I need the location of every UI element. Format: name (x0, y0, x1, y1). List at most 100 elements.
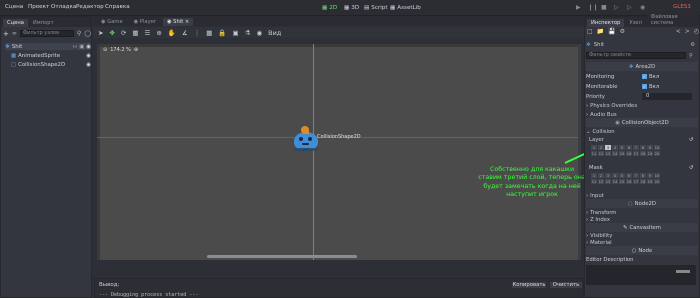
inspector-object-row[interactable]: ❖ Shit ⚙ (586, 40, 698, 49)
history-icon[interactable]: ◴ (694, 28, 699, 36)
menu-debug[interactable]: Отладка (51, 4, 76, 10)
select-mode-icon[interactable]: ➤ (98, 29, 103, 37)
layer-bit-15[interactable]: 15 (619, 151, 625, 156)
layer-bit-1[interactable]: 1 (591, 145, 597, 150)
history-back-icon[interactable]: < (676, 28, 681, 36)
section-physics-overrides[interactable]: › Physics Overrides (586, 101, 698, 110)
menu-scene[interactable]: Сцена (5, 4, 23, 10)
mask-bit-16[interactable]: 16 (626, 179, 632, 184)
mask-bit-12[interactable]: 12 (598, 179, 604, 184)
mask-bit-6[interactable]: 6 (626, 173, 632, 178)
monitoring-checkbox[interactable]: ✓ Вкл (642, 74, 659, 80)
layer-bit-18[interactable]: 18 (640, 151, 646, 156)
lock-icon[interactable]: 🔒 (218, 29, 226, 37)
play-scene-icon[interactable]: ▷ (614, 4, 619, 11)
mask-grid[interactable]: 1 2 3 4 5 6 7 8 9 10 11 12 13 14 15 16 17 18 19 20 (591, 173, 661, 185)
mask-bit-13[interactable]: 13 (605, 179, 611, 184)
ruler-icon[interactable]: ∡ (182, 29, 188, 37)
add-node-icon[interactable]: + (3, 30, 9, 38)
load-resource-icon[interactable]: 📁 (597, 28, 604, 36)
tab-shit[interactable]: ◉ Shit × (162, 18, 194, 26)
menu-editor[interactable]: Редактор (76, 4, 104, 10)
monitorable-checkbox[interactable]: ✓ Вкл (642, 84, 659, 90)
tools-icon[interactable]: ⚙ (690, 42, 695, 48)
layer-bit-10[interactable]: 10 (654, 145, 660, 150)
tab-filesystem[interactable]: Файловая система (646, 13, 699, 27)
mask-bit-14[interactable]: 14 (612, 179, 618, 184)
pan-icon[interactable]: ✋ (168, 29, 176, 37)
layer-bit-13[interactable]: 13 (605, 151, 611, 156)
layer-bit-17[interactable]: 17 (633, 151, 639, 156)
save-resource-icon[interactable]: 💾 (608, 28, 615, 36)
search-icon[interactable]: ⚲ (689, 53, 693, 59)
workspace-assetlib[interactable]: ▦ AssetLib (390, 3, 421, 13)
copy-button[interactable]: Копировать (511, 281, 547, 289)
layer-bit-9[interactable]: 9 (647, 145, 653, 150)
mask-bit-19[interactable]: 19 (647, 179, 653, 184)
mask-bit-7[interactable]: 7 (633, 173, 639, 178)
rotate-mode-icon[interactable]: ⟳ (121, 29, 126, 37)
tree-node-animatedsprite[interactable]: ▦ AnimatedSprite ◉ (11, 52, 91, 59)
group-icon[interactable]: ▣ (232, 29, 238, 37)
revert-icon[interactable]: ↺ (689, 137, 693, 143)
mask-bit-4[interactable]: 4 (612, 173, 618, 178)
visibility-eye-icon[interactable]: ◉ (86, 53, 91, 59)
grid-snap-icon[interactable]: ▦ (206, 29, 212, 37)
layer-bit-19[interactable]: 19 (647, 151, 653, 156)
layer-bit-7[interactable]: 7 (633, 145, 639, 150)
tree-node-root[interactable]: ❖ Shit ∺ ▣ ◉ (5, 43, 91, 50)
layer-bit-20[interactable]: 20 (654, 151, 660, 156)
layer-bit-11[interactable]: 11 (591, 151, 597, 156)
node-filter-input[interactable]: Фильтр узлов (19, 30, 74, 37)
layer-bit-16[interactable]: 16 (626, 151, 632, 156)
mask-bit-5[interactable]: 5 (619, 173, 625, 178)
menu-project[interactable]: Проект (28, 4, 49, 10)
workspace-script[interactable]: ▤ Script (364, 3, 388, 13)
visibility-eye-icon[interactable]: ◉ (86, 44, 91, 50)
tree-node-collisionshape[interactable]: ▢ CollisionShape2D ◉ (11, 61, 91, 68)
menu-help[interactable]: Справка (105, 4, 130, 10)
snap-icon[interactable]: ⋮ (194, 29, 201, 37)
mask-bit-3[interactable]: 3 (605, 173, 611, 178)
layer-bit-2[interactable]: 2 (598, 145, 604, 150)
tab-import[interactable]: Импорт (28, 19, 58, 27)
edit-resource-icon[interactable]: ⚙ (620, 28, 625, 36)
camera-icon[interactable]: ◉ (256, 29, 262, 37)
close-icon[interactable]: × (185, 19, 189, 25)
layer-grid[interactable]: 1 2 3 4 5 6 7 8 9 10 11 12 13 14 15 16 17 18 19 20 (591, 145, 661, 157)
layer-bit-12[interactable]: 12 (598, 151, 604, 156)
canvas-viewport[interactable]: ⊖ 174.2 % ⊕ CollisionShape2D (97, 44, 581, 260)
signal-icon[interactable]: ∺ (73, 44, 78, 50)
move-mode-icon[interactable]: ✥ (109, 29, 114, 37)
zoom-in-icon[interactable]: ⊕ (134, 47, 138, 53)
skeleton-icon[interactable]: ⚗ (245, 29, 251, 37)
link-icon[interactable]: ∞ (12, 30, 17, 37)
movie-icon[interactable]: ◉ (640, 4, 645, 11)
priority-spinbox[interactable]: 0 (642, 93, 692, 100)
renderer-label[interactable]: GLES3 (673, 4, 691, 10)
group-icon[interactable]: ▣ (79, 44, 84, 50)
stop-icon[interactable]: ■ (601, 4, 607, 11)
new-resource-icon[interactable]: □ (587, 28, 593, 36)
mask-bit-17[interactable]: 17 (633, 179, 639, 184)
mask-bit-15[interactable]: 15 (619, 179, 625, 184)
layer-bit-6[interactable]: 6 (626, 145, 632, 150)
layer-bit-8[interactable]: 8 (640, 145, 646, 150)
tab-player[interactable]: ◉ Player (129, 18, 160, 26)
instance-icon[interactable]: ◯ (84, 30, 91, 37)
horizontal-scrollbar[interactable] (207, 255, 357, 258)
play-icon[interactable]: ▶ (576, 4, 581, 11)
editor-description-field[interactable] (586, 265, 696, 285)
tab-game[interactable]: ◉ Game (97, 18, 127, 26)
mask-bit-10[interactable]: 10 (654, 173, 660, 178)
mask-bit-2[interactable]: 2 (598, 173, 604, 178)
clear-button[interactable]: Очистить (549, 281, 583, 289)
layer-bit-14[interactable]: 14 (612, 151, 618, 156)
mask-bit-9[interactable]: 9 (647, 173, 653, 178)
workspace-3d[interactable]: ▦ 3D (344, 3, 359, 13)
pause-icon[interactable]: ❙❙ (588, 4, 598, 11)
history-forward-icon[interactable]: > (685, 28, 690, 36)
slime-sprite[interactable] (290, 124, 320, 154)
list-select-icon[interactable]: ☰ (145, 29, 151, 37)
play-custom-icon[interactable]: ▷ (627, 4, 632, 11)
